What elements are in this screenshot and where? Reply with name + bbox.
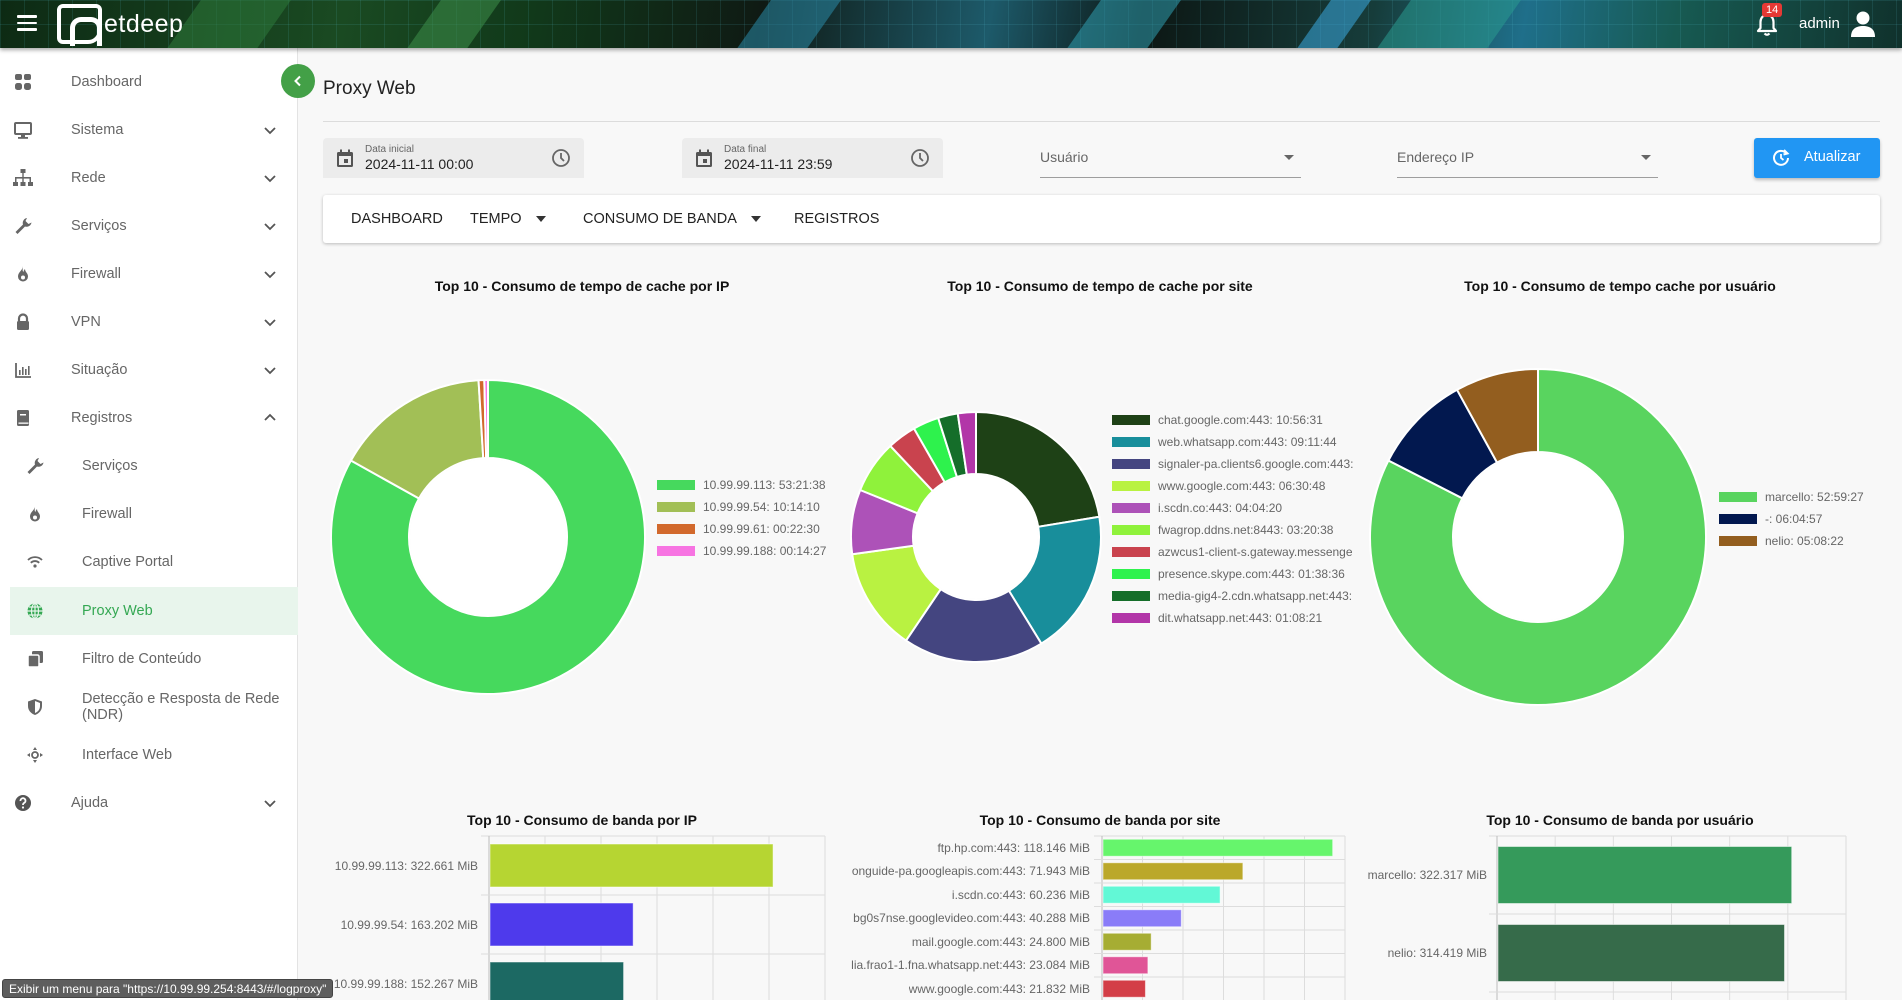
bar-category-label: marcello: 322.317 MiB — [1367, 868, 1487, 882]
bar[interactable] — [1497, 846, 1793, 904]
user-account-icon[interactable] — [1850, 10, 1876, 38]
legend-label: media-gig4-2.cdn.whatsapp.net:443: — [1158, 589, 1353, 603]
legend-swatch — [657, 546, 695, 556]
bar-category-label: mail.google.com:443: 24.800 MiB — [911, 934, 1090, 949]
bar[interactable] — [1102, 862, 1244, 881]
chevron-left-icon — [294, 75, 301, 87]
legend-swatch — [1719, 514, 1757, 524]
bar-category-label: i.scdn.co:443: 60.236 MiB — [951, 887, 1090, 902]
legend-label: www.google.com:443: 06:30:48 — [1158, 479, 1326, 493]
bar-category-label: onguide-pa.googleapis.com:443: 71.943 Mi… — [851, 864, 1090, 879]
notification-count-badge: 14 — [1762, 3, 1783, 17]
bar[interactable] — [489, 961, 625, 1000]
legend-swatch — [1112, 525, 1150, 535]
legend-swatch — [1719, 492, 1757, 502]
legend-label: -: 06:04:57 — [1765, 512, 1823, 526]
legend-item[interactable]: marcello: 52:59:27 — [1719, 490, 1864, 504]
legend-item[interactable]: presence.skype.com:443: 01:38:36 — [1112, 567, 1345, 581]
legend-label: i.scdn.co:443: 04:04:20 — [1158, 501, 1283, 515]
bar-category-label: 10.99.99.188: 152.267 MiB — [333, 976, 478, 991]
bar-category-label: ftp.hp.com:443: 118.146 MiB — [937, 840, 1090, 855]
legend-swatch — [1112, 591, 1150, 601]
legend-label: marcello: 52:59:27 — [1765, 490, 1864, 504]
donut-hole — [914, 475, 1038, 599]
legend-item[interactable]: www.google.com:443: 06:30:48 — [1112, 479, 1325, 493]
legend-swatch — [1112, 613, 1150, 623]
legend-swatch — [1112, 437, 1150, 447]
legend-item[interactable]: 10.99.99.61: 00:22:30 — [657, 522, 820, 536]
bar-category-label: nelio: 314.419 MiB — [1387, 946, 1487, 960]
legend-item[interactable]: azwcus1-client-s.gateway.messenge — [1112, 545, 1353, 559]
bar[interactable] — [1102, 932, 1152, 951]
bar-category-label: lia.frao1-1.fna.whatsapp.net:443: 23.084… — [851, 958, 1090, 973]
legend-swatch — [1112, 569, 1150, 579]
legend-label: signaler-pa.clients6.google.com:443: — [1158, 457, 1354, 471]
menu-icon-line — [17, 21, 37, 24]
bar[interactable] — [1102, 956, 1149, 975]
menu-icon-line — [17, 28, 37, 31]
menu-icon-line — [17, 15, 37, 18]
legend-swatch — [657, 502, 695, 512]
legend-item[interactable]: dit.whatsapp.net:443: 01:08:21 — [1112, 611, 1322, 625]
legend-label: web.whatsapp.com:443: 09:11:44 — [1158, 435, 1337, 449]
legend-item[interactable]: media-gig4-2.cdn.whatsapp.net:443: — [1112, 589, 1352, 603]
legend-swatch — [1719, 536, 1757, 546]
legend-item[interactable]: fwagrop.ddns.net:8443: 03:20:38 — [1112, 523, 1333, 537]
legend-label: azwcus1-client-s.gateway.messenge — [1158, 545, 1353, 559]
donut-hole — [1454, 453, 1622, 621]
legend-label: presence.skype.com:443: 01:38:36 — [1158, 567, 1345, 581]
legend-label: 10.99.99.61: 00:22:30 — [703, 522, 820, 536]
legend-swatch — [1112, 503, 1150, 513]
legend-label: chat.google.com:443: 10:56:31 — [1158, 413, 1323, 427]
brand-wordmark: etdeep — [104, 9, 184, 38]
legend-label: nelio: 05:08:22 — [1765, 534, 1844, 548]
legend-swatch — [1112, 459, 1150, 469]
donut-hole — [410, 459, 566, 615]
legend-label: dit.whatsapp.net:443: 01:08:21 — [1158, 611, 1323, 625]
username-label[interactable]: admin — [1799, 15, 1840, 32]
legend-swatch — [657, 524, 695, 534]
bar-category-label: 10.99.99.113: 322.661 MiB — [334, 858, 478, 873]
legend-item[interactable]: 10.99.99.113: 53:21:38 — [657, 478, 826, 492]
bar[interactable] — [489, 843, 774, 888]
bar-category-label: bg0s7nse.googlevideo.com:443: 40.288 MiB — [853, 911, 1090, 926]
legend-item[interactable]: 10.99.99.188: 00:14:27 — [657, 544, 826, 558]
legend-item[interactable]: signaler-pa.clients6.google.com:443: — [1112, 457, 1353, 471]
legend-item[interactable]: chat.google.com:443: 10:56:31 — [1112, 413, 1323, 427]
bar-category-label: www.google.com:443: 21.832 MiB — [908, 981, 1090, 996]
legend-item[interactable]: -: 06:04:57 — [1719, 512, 1822, 526]
legend-label: 10.99.99.113: 53:21:38 — [703, 478, 826, 492]
legend-swatch — [1112, 547, 1150, 557]
legend-swatch — [1112, 481, 1150, 491]
collapse-sidebar-button[interactable] — [281, 64, 315, 98]
bar[interactable] — [1497, 924, 1786, 982]
menu-toggle-button[interactable] — [17, 15, 37, 31]
logo-n-icon — [57, 4, 102, 46]
legend-swatch — [1112, 415, 1150, 425]
link-status-tooltip: Exibir um menu para "https://10.99.99.25… — [2, 979, 334, 998]
legend-item[interactable]: web.whatsapp.com:443: 09:11:44 — [1112, 435, 1337, 449]
bar[interactable] — [1102, 838, 1334, 857]
bar[interactable] — [1102, 979, 1146, 998]
bar[interactable] — [1102, 885, 1221, 904]
bar[interactable] — [1102, 909, 1182, 928]
legend-label: fwagrop.ddns.net:8443: 03:20:38 — [1158, 523, 1334, 537]
legend-label: 10.99.99.54: 10:14:10 — [703, 500, 820, 514]
legend-item[interactable]: 10.99.99.54: 10:14:10 — [657, 500, 820, 514]
bar[interactable] — [489, 902, 634, 947]
bar-category-label: 10.99.99.54: 163.202 MiB — [340, 917, 478, 932]
brand-logo[interactable]: etdeep — [57, 3, 184, 46]
top-app-bar: etdeep 14 admin — [0, 0, 1902, 48]
legend-swatch — [657, 480, 695, 490]
legend-item[interactable]: nelio: 05:08:22 — [1719, 534, 1844, 548]
legend-item[interactable]: i.scdn.co:443: 04:04:20 — [1112, 501, 1282, 515]
legend-label: 10.99.99.188: 00:14:27 — [703, 544, 827, 558]
